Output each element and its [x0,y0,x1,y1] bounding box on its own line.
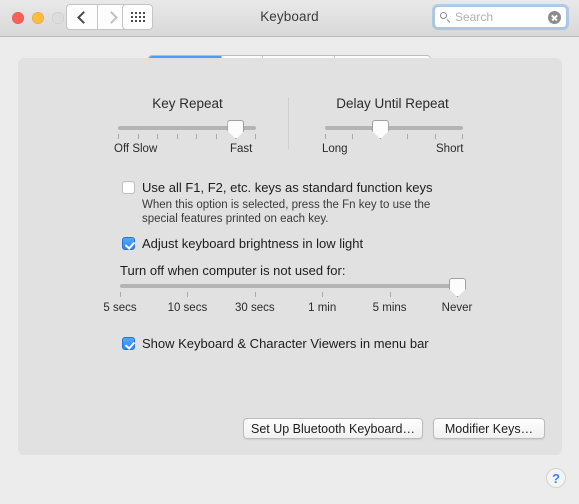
delay-repeat-right-label: Short [436,143,464,155]
clear-search-icon[interactable] [548,10,561,24]
function-keys-description: When this option is selected, press the … [142,199,431,225]
search-icon [440,11,451,23]
turn-off-tick-label: 30 secs [234,302,275,314]
turn-off-tick-label: Never [441,302,473,314]
setup-bluetooth-keyboard-button[interactable]: Set Up Bluetooth Keyboard… [243,418,423,439]
preferences-panel [18,58,562,455]
brightness-label: Adjust keyboard brightness in low light [142,236,364,251]
show-viewers-row[interactable]: Show Keyboard & Character Viewers in men… [122,336,429,351]
turn-off-tick-label: 10 secs [167,302,208,314]
turn-off-label: Turn off when computer is not used for: [120,263,346,278]
function-keys-label: Use all F1, F2, etc. keys as standard fu… [142,180,433,195]
key-repeat-right-label: Fast [230,143,253,155]
turn-off-tick-label: 5 mins [372,302,407,314]
brightness-row[interactable]: Adjust keyboard brightness in low light [122,236,363,251]
slider-divider [288,97,289,149]
delay-repeat-track[interactable] [325,126,463,130]
delay-repeat-ticks [325,134,463,139]
key-repeat-left-label: Off Slow [114,143,158,155]
show-viewers-label: Show Keyboard & Character Viewers in men… [142,336,429,351]
key-repeat-title: Key Repeat [152,96,223,111]
search-field[interactable] [434,6,567,28]
search-input[interactable] [455,10,548,24]
modifier-keys-button[interactable]: Modifier Keys… [433,418,545,439]
function-keys-checkbox[interactable] [122,181,135,194]
title-bar: Keyboard [0,0,579,37]
delay-repeat-left-label: Long [322,143,348,155]
turn-off-tick-label: 1 min [308,302,337,314]
help-button[interactable]: ? [546,468,566,488]
turn-off-track[interactable] [120,284,458,288]
delay-repeat-title: Delay Until Repeat [336,96,449,111]
turn-off-ticks [120,292,458,297]
turn-off-tick-label: 5 secs [103,302,137,314]
brightness-checkbox[interactable] [122,237,135,250]
show-viewers-checkbox[interactable] [122,337,135,350]
function-keys-row[interactable]: Use all F1, F2, etc. keys as standard fu… [122,180,432,195]
